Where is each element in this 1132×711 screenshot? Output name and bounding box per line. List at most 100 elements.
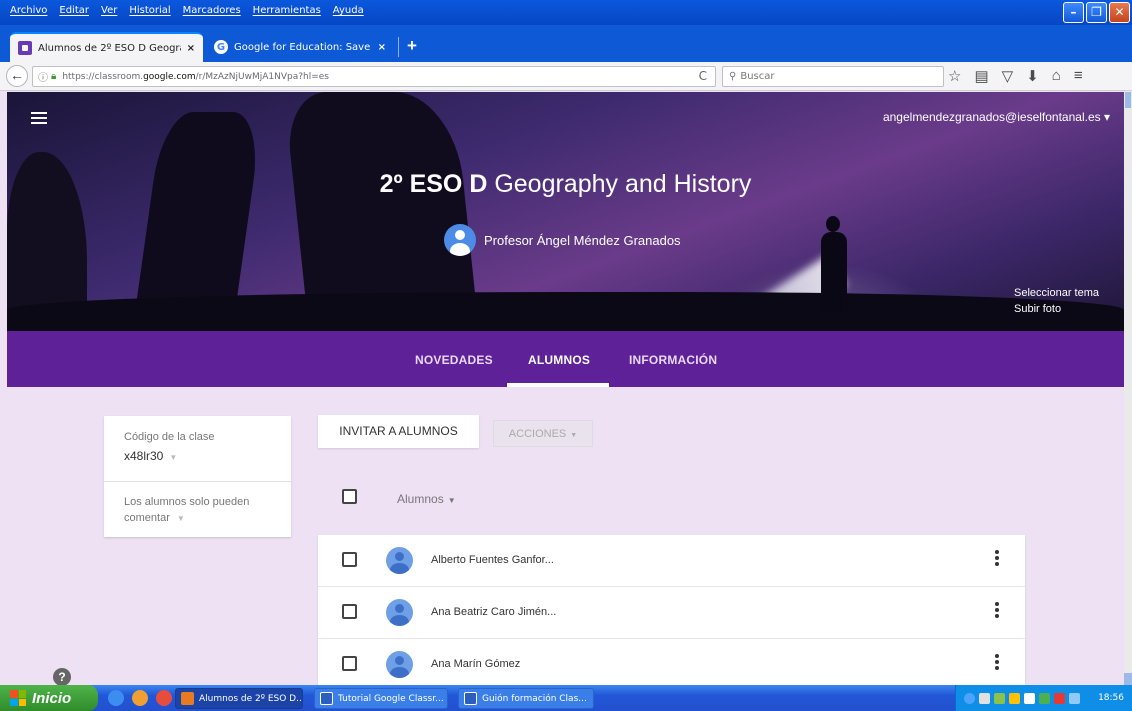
- actions-label: ACCIONES: [508, 428, 567, 440]
- taskbar-item-word-tutorial[interactable]: Tutorial Google Classr...: [314, 688, 448, 709]
- chrome-icon[interactable]: [156, 690, 172, 706]
- student-name: Ana Beatriz Caro Jimén...: [431, 606, 557, 618]
- word-icon: [464, 692, 477, 705]
- menu-editar[interactable]: Editar: [59, 5, 89, 16]
- student-row[interactable]: Ana Beatriz Caro Jimén...: [318, 587, 1025, 639]
- system-tray: 18:56: [955, 685, 1132, 711]
- students-header-label: Alumnos: [397, 492, 444, 506]
- back-button[interactable]: ←: [6, 65, 28, 87]
- browser-tab-classroom[interactable]: Alumnos de 2º ESO D Geogra... ×: [10, 32, 203, 62]
- network-icon[interactable]: [964, 692, 975, 704]
- clock: 18:56: [1098, 693, 1124, 703]
- new-tab-button[interactable]: +: [398, 37, 417, 57]
- scroll-down-arrow[interactable]: [1124, 673, 1132, 685]
- volume-icon[interactable]: [979, 692, 990, 704]
- shield-icon[interactable]: [1009, 692, 1020, 704]
- tab-informacion[interactable]: INFORMACIÓN: [629, 353, 717, 367]
- help-icon[interactable]: ?: [53, 668, 71, 686]
- windows-taskbar: Inicio Alumnos de 2º ESO D... Tutorial G…: [0, 685, 1132, 711]
- student-avatar: [386, 651, 413, 678]
- student-row[interactable]: Ana Marín Gómez: [318, 639, 1025, 685]
- tab-alumnos[interactable]: ALUMNOS: [528, 353, 590, 367]
- menu-historial[interactable]: Historial: [129, 5, 170, 16]
- tab-close-icon[interactable]: ×: [378, 42, 386, 53]
- restore-button[interactable]: ❐: [1086, 2, 1107, 23]
- window-controls: – ❐ ✕: [1063, 2, 1130, 23]
- hamburger-menu-icon[interactable]: [31, 112, 47, 127]
- tray-app-icon[interactable]: [994, 692, 1005, 704]
- more-options-icon[interactable]: [995, 550, 999, 568]
- start-button[interactable]: Inicio: [0, 685, 98, 711]
- account-menu[interactable]: angelmendezgranados@ieselfontanal.es ▾: [883, 110, 1110, 124]
- bookmark-star-icon[interactable]: ☆: [948, 67, 961, 85]
- browser-menubar: Archivo Editar Ver Historial Marcadores …: [0, 0, 1132, 25]
- quick-launch: [108, 690, 172, 706]
- class-code-label: Código de la clase: [124, 431, 215, 443]
- menu-archivo[interactable]: Archivo: [10, 5, 47, 16]
- browser-tab-google-education[interactable]: G Google for Education: Save ti... ×: [206, 32, 394, 62]
- menu-marcadores[interactable]: Marcadores: [183, 5, 241, 16]
- tray-app-icon[interactable]: [1039, 692, 1050, 704]
- bookmarks-list-icon[interactable]: ▤: [974, 67, 988, 85]
- chevron-down-icon: ▼: [176, 514, 185, 523]
- minimize-button[interactable]: –: [1063, 2, 1084, 23]
- banner-decoration: [7, 292, 1124, 331]
- chevron-down-icon: ▼: [570, 432, 578, 439]
- firefox-icon[interactable]: [132, 690, 148, 706]
- classroom-favicon-icon: [18, 41, 32, 55]
- active-tab-indicator: [507, 383, 609, 387]
- info-icon[interactable]: ⓘ: [38, 69, 48, 84]
- actions-dropdown[interactable]: ACCIONES ▼: [493, 420, 593, 447]
- upload-photo-link[interactable]: Subir foto: [1014, 301, 1099, 317]
- task-label: Alumnos de 2º ESO D...: [199, 693, 303, 704]
- menu-ver[interactable]: Ver: [101, 5, 117, 16]
- chevron-down-icon: ▼: [169, 453, 178, 462]
- tray-app-icon[interactable]: [1054, 692, 1065, 704]
- home-icon[interactable]: ⌂: [1052, 67, 1061, 85]
- student-checkbox[interactable]: [342, 552, 357, 567]
- comment-permission-value: Los alumnos solo pueden comentar: [124, 496, 250, 524]
- url-suffix: /r/MzAzNjUwMjA1NVpa?hl=es: [195, 71, 329, 82]
- menu-herramientas[interactable]: Herramientas: [253, 5, 321, 16]
- select-theme-link[interactable]: Seleccionar tema: [1014, 285, 1099, 301]
- theme-links: Seleccionar tema Subir foto: [1014, 285, 1099, 317]
- class-title-rest: Geography and History: [487, 170, 752, 198]
- class-code-dropdown[interactable]: x48lr30 ▼: [124, 449, 177, 463]
- windows-logo-icon: [10, 690, 26, 706]
- student-avatar: [386, 599, 413, 626]
- tray-app-icon[interactable]: [1069, 692, 1080, 704]
- tab-title: Google for Education: Save ti...: [234, 41, 372, 53]
- pocket-icon[interactable]: ▽: [1002, 67, 1014, 85]
- taskbar-item-firefox[interactable]: Alumnos de 2º ESO D...: [175, 688, 303, 709]
- task-label: Guión formación Clas...: [482, 693, 587, 704]
- reload-icon[interactable]: C: [699, 69, 707, 83]
- google-favicon-icon: G: [214, 40, 228, 54]
- sort-students-dropdown[interactable]: Alumnos ▼: [397, 492, 456, 506]
- student-checkbox[interactable]: [342, 656, 357, 671]
- student-row[interactable]: Alberto Fuentes Ganfor...: [318, 535, 1025, 587]
- student-checkbox[interactable]: [342, 604, 357, 619]
- ie-icon[interactable]: [108, 690, 124, 706]
- download-icon[interactable]: ⬇: [1026, 67, 1039, 85]
- vertical-scrollbar[interactable]: [1124, 92, 1132, 685]
- class-tabs-bar: NOVEDADES ALUMNOS INFORMACIÓN: [7, 331, 1124, 387]
- url-prefix: https://classroom.: [62, 71, 144, 82]
- tab-novedades[interactable]: NOVEDADES: [415, 353, 493, 367]
- select-all-checkbox[interactable]: [342, 489, 357, 504]
- taskbar-item-word-guion[interactable]: Guión formación Clas...: [458, 688, 594, 709]
- more-options-icon[interactable]: [995, 602, 999, 620]
- class-code-value: x48lr30: [124, 449, 164, 463]
- more-options-icon[interactable]: [995, 654, 999, 672]
- comment-permission-dropdown[interactable]: Los alumnos solo pueden comentar ▼: [124, 494, 284, 527]
- tab-close-icon[interactable]: ×: [187, 43, 195, 54]
- scroll-up-arrow[interactable]: [1125, 92, 1131, 108]
- close-window-button[interactable]: ✕: [1109, 2, 1130, 23]
- menu-ayuda[interactable]: Ayuda: [333, 5, 364, 16]
- tray-app-icon[interactable]: [1024, 692, 1035, 704]
- menu-icon[interactable]: ≡: [1074, 67, 1083, 85]
- invite-students-button[interactable]: INVITAR A ALUMNOS: [318, 415, 479, 448]
- browser-navbar: ← ⓘ 🔒︎ https://classroom. google.com/r/Mz…: [0, 62, 1132, 91]
- url-host: google.com: [143, 71, 196, 82]
- search-input[interactable]: ⚲ Buscar: [722, 66, 944, 87]
- address-bar[interactable]: ⓘ 🔒︎ https://classroom. google.com/r/MzAz…: [32, 66, 716, 87]
